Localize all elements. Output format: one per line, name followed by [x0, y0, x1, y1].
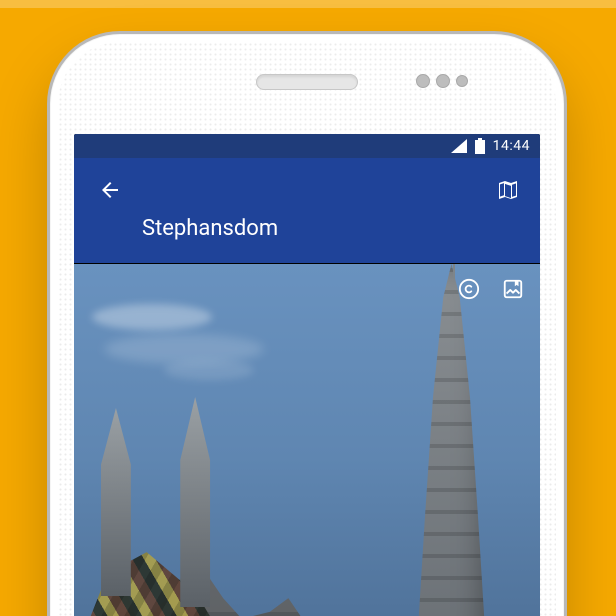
- image-credit-button[interactable]: [456, 276, 482, 302]
- sensor-dot: [456, 75, 468, 87]
- hero-cloud: [104, 334, 264, 364]
- map-button[interactable]: [492, 174, 524, 206]
- hero-overlay-actions: [456, 276, 526, 302]
- hero-cloud: [92, 304, 212, 330]
- screen: 14:44 Stephansdom: [74, 134, 540, 616]
- signal-icon: [451, 139, 467, 153]
- sensor-dot: [416, 74, 430, 88]
- back-button[interactable]: [92, 172, 128, 208]
- battery-icon: [475, 138, 485, 154]
- status-clock: 14:44: [493, 138, 530, 154]
- copyright-icon: [458, 278, 480, 300]
- hero-cloud: [164, 360, 254, 380]
- app-bar: Stephansdom: [74, 158, 540, 263]
- map-icon: [496, 178, 520, 202]
- hero-image: [74, 264, 540, 616]
- arrow-left-icon: [98, 178, 122, 202]
- image-gallery-button[interactable]: [500, 276, 526, 302]
- hero-spire-tip: [453, 264, 455, 278]
- sensor-dot: [436, 74, 450, 88]
- phone-sensors: [416, 74, 468, 88]
- phone-mockup: 14:44 Stephansdom: [50, 34, 564, 616]
- page-title: Stephansdom: [142, 216, 524, 241]
- android-status-bar: 14:44: [74, 134, 540, 158]
- decorative-top-strip: [0, 0, 616, 8]
- phone-speaker: [256, 74, 358, 90]
- bookmark-image-icon: [502, 278, 524, 300]
- viewport: 14:44 Stephansdom: [0, 0, 616, 616]
